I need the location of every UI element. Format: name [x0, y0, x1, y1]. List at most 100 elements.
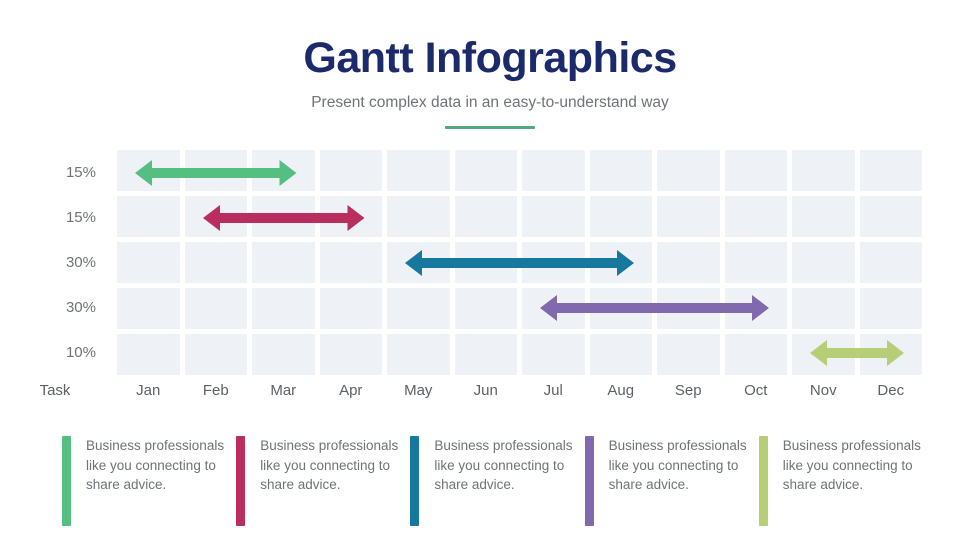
- axis-month-label: May: [404, 382, 433, 399]
- grid-cell: [859, 334, 922, 375]
- grid-cell: [589, 334, 652, 375]
- gantt-chart: 15% 15% 30% 30% 10% Task Jan Feb Mar Apr May Jun J…: [0, 150, 980, 415]
- grid-cell: [859, 288, 922, 329]
- grid-cell: [522, 150, 585, 191]
- axis-month-label: Feb: [202, 382, 229, 399]
- grid-cell: [792, 150, 855, 191]
- grid-cell: [522, 242, 585, 283]
- grid-cell: [792, 288, 855, 329]
- grid-cell: [589, 288, 652, 329]
- legend-item: Business professionals like you connecti…: [236, 436, 401, 526]
- grid-cell: [319, 242, 382, 283]
- grid-cell: [184, 150, 247, 191]
- grid-cell: [657, 288, 720, 329]
- grid-cell: [319, 288, 382, 329]
- legend-color-swatch: [236, 436, 246, 526]
- grid-cell: [859, 242, 922, 283]
- legend-item: Business professionals like you connecti…: [584, 436, 750, 526]
- grid-cell: [252, 196, 315, 237]
- grid-cell: [454, 150, 517, 191]
- grid-cell: [454, 334, 517, 375]
- grid-cell: [657, 150, 720, 191]
- legend-text: Business professionals like you connecti…: [86, 438, 225, 493]
- row-percent-label: 15%: [65, 209, 96, 226]
- grid-cell: [117, 242, 180, 283]
- grid-cell: [252, 334, 315, 375]
- grid-cell: [859, 150, 922, 191]
- grid-cell: [454, 288, 517, 329]
- row-percent-label: 10%: [65, 344, 96, 361]
- legend-item: Business professionals like you connecti…: [410, 436, 575, 526]
- grid-cell: [319, 150, 382, 191]
- legend-color-swatch: [584, 436, 594, 526]
- axis-month-label: Dec: [877, 382, 905, 399]
- legend-text: Business professionals like you connecti…: [608, 438, 747, 493]
- row-percent-labels: 15% 15% 30% 30% 10%: [0, 150, 102, 375]
- grid-cell: [117, 334, 180, 375]
- axis-task-label: Task: [39, 382, 71, 399]
- grid-cell: [184, 242, 247, 283]
- grid-cell: [184, 196, 247, 237]
- grid-cell: [792, 334, 855, 375]
- grid-cell: [319, 196, 382, 237]
- grid-cell: [117, 288, 180, 329]
- grid-cell: [589, 196, 652, 237]
- axis-month-labels: Jan Feb Mar Apr May Jun Jul Aug Sep Oct Nov Dec: [117, 382, 922, 399]
- grid-cell: [724, 150, 787, 191]
- grid-cell: [589, 150, 652, 191]
- grid-cell: [184, 334, 247, 375]
- legend-text: Business professionals like you connecti…: [260, 438, 399, 493]
- grid-cell: [724, 334, 787, 375]
- gantt-grid: [117, 150, 922, 375]
- grid-cell: [252, 150, 315, 191]
- grid-cell: [387, 334, 450, 375]
- grid-cell: [522, 196, 585, 237]
- grid-cell: [387, 150, 450, 191]
- grid-cell: [657, 196, 720, 237]
- axis-month-label: Mar: [270, 382, 297, 399]
- axis-month-label: Sep: [674, 382, 702, 399]
- axis-month-label: Nov: [809, 382, 837, 399]
- axis-month-label: Jul: [543, 382, 563, 399]
- grid-cell: [387, 242, 450, 283]
- axis-month-label: Aug: [607, 382, 635, 399]
- grid-cell: [657, 334, 720, 375]
- row-percent-label: 30%: [65, 254, 96, 271]
- header: Gantt Infographics Present complex data …: [0, 0, 980, 130]
- axis-month-label: Jan: [136, 382, 161, 399]
- grid-cell: [117, 196, 180, 237]
- grid-cell: [319, 334, 382, 375]
- grid-cell: [859, 196, 922, 237]
- legend-color-swatch: [62, 436, 71, 526]
- gantt-axis: Task Jan Feb Mar Apr May Jun Jul Aug Sep Oct Nov De…: [0, 382, 980, 412]
- legend: Business professionals like you connecti…: [62, 436, 924, 526]
- grid-cell: [252, 242, 315, 283]
- grid-cell: [792, 242, 855, 283]
- grid-cell: [252, 288, 315, 329]
- legend-item: Business professionals like you connecti…: [758, 436, 924, 526]
- grid-cell: [454, 196, 517, 237]
- legend-text: Business professionals like you connecti…: [434, 438, 573, 493]
- grid-cell: [724, 196, 787, 237]
- axis-month-label: Jun: [473, 382, 498, 399]
- legend-color-swatch: [410, 436, 420, 526]
- page-title: Gantt Infographics: [303, 34, 677, 82]
- accent-divider: [445, 126, 535, 130]
- legend-text: Business professionals like you connecti…: [782, 438, 921, 493]
- grid-cell: [454, 242, 517, 283]
- grid-cell: [117, 150, 180, 191]
- grid-cell: [724, 242, 787, 283]
- grid-cell: [792, 196, 855, 237]
- row-percent-label: 30%: [65, 299, 96, 316]
- grid-cell: [657, 242, 720, 283]
- grid-cell: [387, 288, 450, 329]
- grid-cell: [522, 288, 585, 329]
- row-percent-label: 15%: [65, 164, 96, 181]
- page-subtitle: Present complex data in an easy-to-under…: [311, 94, 669, 112]
- grid-cell: [724, 288, 787, 329]
- axis-month-label: Oct: [744, 382, 768, 399]
- grid-cell: [184, 288, 247, 329]
- legend-color-swatch: [758, 436, 768, 526]
- axis-month-label: Apr: [339, 382, 363, 399]
- grid-cell: [589, 242, 652, 283]
